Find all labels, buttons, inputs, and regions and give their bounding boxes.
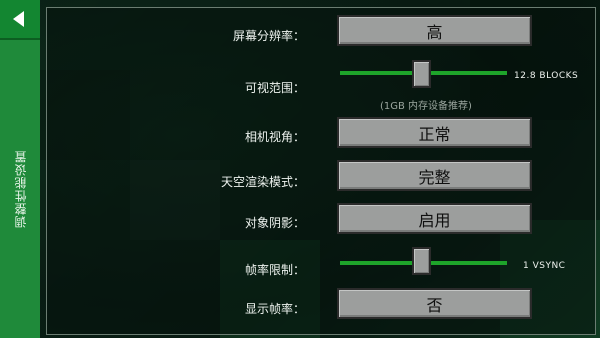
resolution-label: 屏幕分辨率：: [232, 29, 305, 43]
back-arrow-icon: [13, 11, 24, 27]
show-fps-value: 否: [426, 295, 443, 315]
sky-render-label: 天空渲染模式：: [220, 175, 305, 189]
frame-limit-slider-thumb[interactable]: [412, 247, 432, 275]
frame-limit-label: 帧率限制：: [244, 263, 305, 277]
sky-render-value: 完整: [418, 167, 451, 187]
back-button[interactable]: [0, 0, 40, 40]
show-fps-button[interactable]: 否: [337, 288, 532, 319]
view-distance-hint: (1GB 内存设备推荐): [380, 101, 472, 112]
view-distance-slider-thumb[interactable]: [412, 60, 432, 88]
view-distance-value: 12.8 BLOCKS: [514, 71, 579, 81]
shadows-value: 启用: [418, 210, 451, 230]
fov-label: 相机视角：: [244, 130, 305, 144]
show-fps-label: 显示帧率：: [244, 302, 305, 316]
fov-value: 正常: [418, 124, 451, 144]
resolution-button[interactable]: 高: [337, 15, 532, 46]
resolution-value: 高: [426, 22, 443, 42]
sidebar-title-container: 调整性能设置: [0, 40, 40, 338]
frame-limit-value: 1 VSYNC: [523, 261, 566, 271]
shadows-button[interactable]: 启用: [337, 203, 532, 234]
fov-button[interactable]: 正常: [337, 117, 532, 148]
sidebar: 调整性能设置: [0, 0, 40, 338]
sidebar-title: 调整性能设置: [13, 150, 28, 228]
view-distance-label: 可视范围：: [244, 81, 305, 95]
shadows-label: 对象阴影：: [244, 216, 305, 230]
sky-render-button[interactable]: 完整: [337, 160, 532, 191]
